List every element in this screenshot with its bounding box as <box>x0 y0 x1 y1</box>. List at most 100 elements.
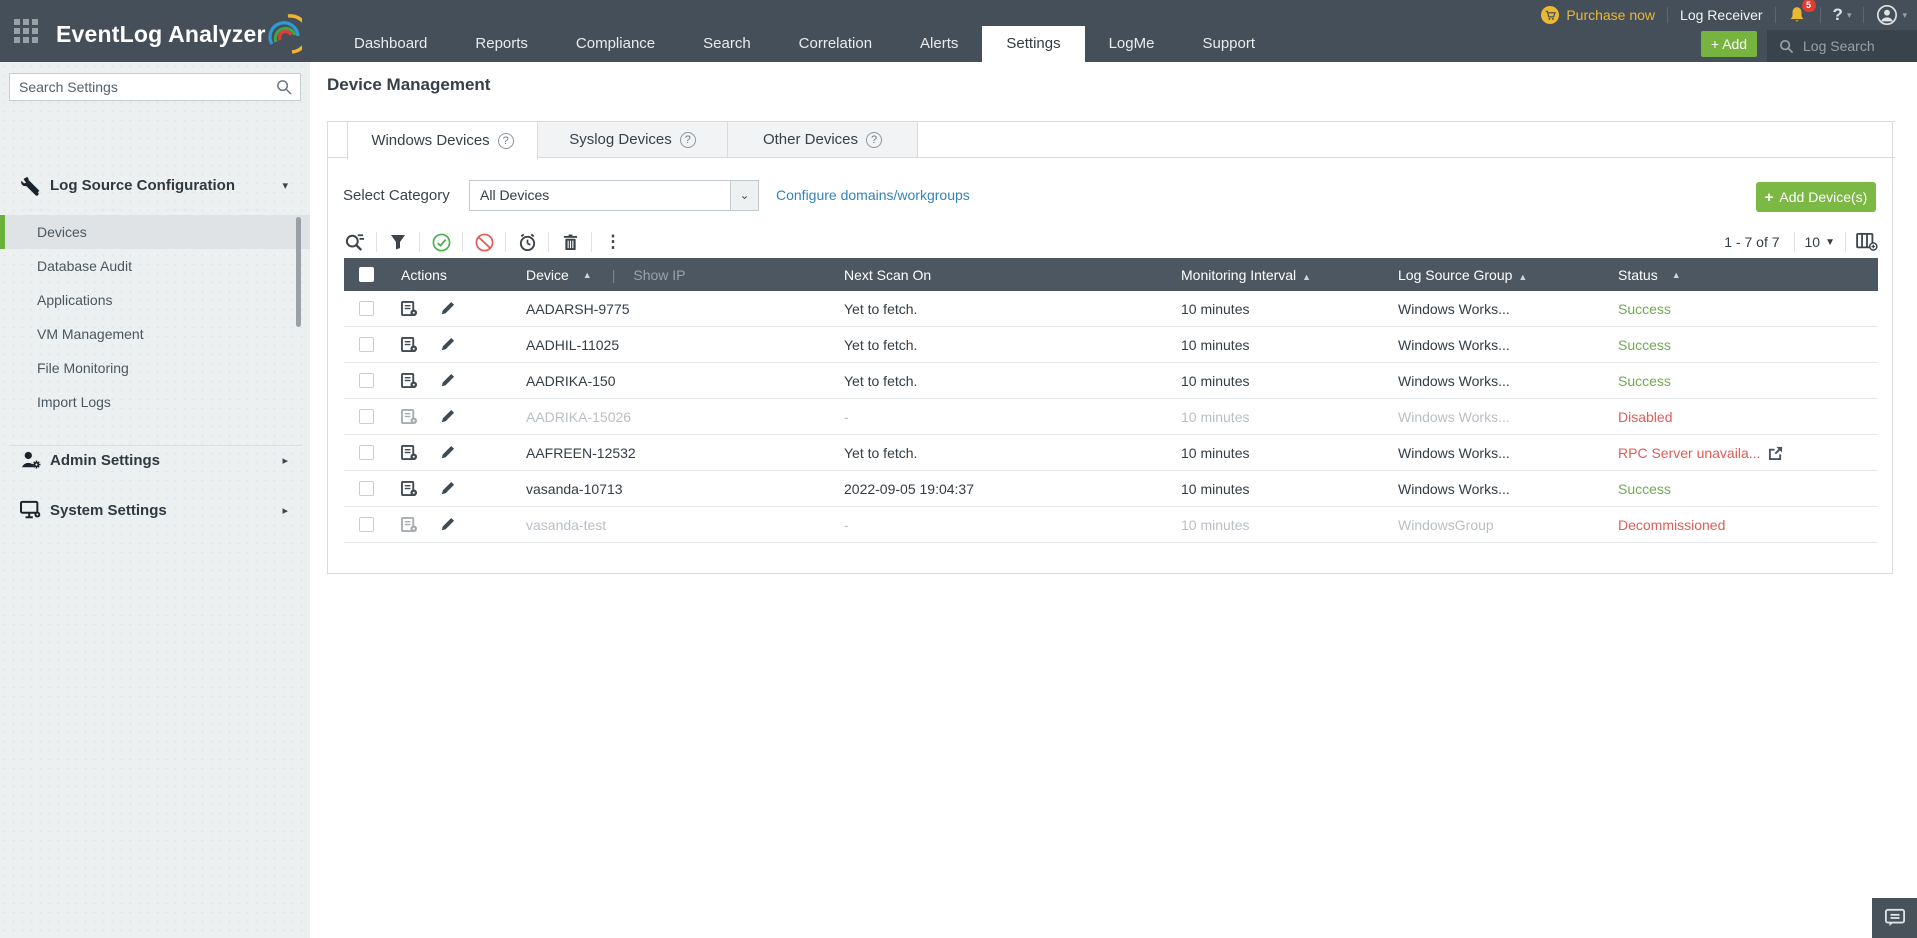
col-header-device[interactable]: Device <box>526 267 569 283</box>
nav-reports[interactable]: Reports <box>451 26 552 62</box>
sidebar-item-applications[interactable]: Applications <box>0 283 310 317</box>
col-header-status[interactable]: Status▲ <box>1601 267 1878 283</box>
next-scan-value: - <box>844 517 849 533</box>
help-icon[interactable]: ? <box>866 132 882 148</box>
divider <box>1863 7 1864 23</box>
sidebar-section-log-source-configuration[interactable]: Log Source Configuration ▾ <box>0 167 310 203</box>
edit-device-icon[interactable] <box>440 373 455 388</box>
log-source-group-value: Windows Works... <box>1398 445 1510 461</box>
help-icon[interactable]: ? <box>498 133 514 149</box>
search-devices-icon[interactable] <box>344 231 366 253</box>
nav-settings[interactable]: Settings <box>982 26 1084 62</box>
chevron-right-icon: ▸ <box>282 504 288 517</box>
cart-icon <box>1541 6 1559 24</box>
sidebar-section-system-settings[interactable]: System Settings ▸ <box>0 490 310 530</box>
plus-icon: + <box>1765 189 1774 206</box>
tab-other-devices[interactable]: Other Devices ? <box>727 122 918 157</box>
tab-syslog-devices[interactable]: Syslog Devices ? <box>537 122 728 157</box>
edit-device-icon[interactable] <box>440 481 455 496</box>
page-size-select[interactable]: 10 ▼ <box>1805 234 1835 250</box>
col-header-interval[interactable]: Monitoring Interval▲ <box>1163 267 1381 283</box>
disable-devices-icon[interactable] <box>473 231 495 253</box>
manage-device-icon[interactable] <box>401 337 418 353</box>
sidebar-scrollbar[interactable] <box>296 217 301 327</box>
sidebar-item-vm-management[interactable]: VM Management <box>0 317 310 351</box>
row-checkbox[interactable] <box>359 337 374 352</box>
nav-search[interactable]: Search <box>679 26 775 62</box>
log-search-button[interactable]: Log Search <box>1767 30 1917 62</box>
edit-device-icon[interactable] <box>440 409 455 424</box>
enable-devices-icon[interactable] <box>430 231 452 253</box>
purchase-now-button[interactable]: Purchase now <box>1541 6 1655 24</box>
settings-search-input[interactable] <box>10 74 300 100</box>
manage-device-icon[interactable] <box>401 373 418 389</box>
delete-icon[interactable] <box>559 231 581 253</box>
row-checkbox[interactable] <box>359 409 374 424</box>
column-chooser-icon[interactable] <box>1856 231 1878 253</box>
device-name[interactable]: vasanda-10713 <box>526 481 623 497</box>
user-account-menu[interactable]: ▾ <box>1876 4 1907 26</box>
manage-device-icon[interactable] <box>401 409 418 425</box>
device-name[interactable]: AAFREEN-12532 <box>526 445 636 461</box>
log-receiver-button[interactable]: Log Receiver <box>1680 7 1763 23</box>
nav-correlation[interactable]: Correlation <box>775 26 896 62</box>
row-checkbox[interactable] <box>359 517 374 532</box>
scan-schedule-icon[interactable] <box>516 231 538 253</box>
row-checkbox[interactable] <box>359 373 374 388</box>
apps-grid-icon[interactable] <box>14 19 40 43</box>
device-name[interactable]: AADRIKA-15026 <box>526 409 631 425</box>
edit-device-icon[interactable] <box>440 337 455 352</box>
next-scan-value: Yet to fetch. <box>844 301 917 317</box>
more-actions-icon[interactable]: ⋮ <box>602 231 624 253</box>
divider <box>462 232 463 252</box>
edit-device-icon[interactable] <box>440 445 455 460</box>
row-checkbox[interactable] <box>359 445 374 460</box>
sidebar-section-admin-settings[interactable]: Admin Settings ▸ <box>0 440 310 480</box>
sidebar-section-label: System Settings <box>50 502 167 519</box>
manage-device-icon[interactable] <box>401 481 418 497</box>
sidebar-item-database-audit[interactable]: Database Audit <box>0 249 310 283</box>
nav-compliance[interactable]: Compliance <box>552 26 679 62</box>
nav-support[interactable]: Support <box>1178 26 1279 62</box>
edit-device-icon[interactable] <box>440 301 455 316</box>
edit-device-icon[interactable] <box>440 517 455 532</box>
category-select[interactable]: All Devices ⌄ <box>469 180 759 211</box>
app-logo[interactable]: EventLog Analyzer <box>56 14 302 54</box>
tab-windows-devices[interactable]: Windows Devices ? <box>347 122 538 160</box>
feedback-chat-button[interactable] <box>1872 898 1917 938</box>
system-monitor-gear-icon <box>20 500 42 520</box>
search-icon <box>276 79 293 96</box>
manage-device-icon[interactable] <box>401 301 418 317</box>
col-header-group[interactable]: Log Source Group▲ <box>1381 267 1601 283</box>
notification-count-badge: 5 <box>1802 0 1816 12</box>
row-checkbox[interactable] <box>359 481 374 496</box>
manage-device-icon[interactable] <box>401 517 418 533</box>
sort-asc-icon: ▲ <box>1302 272 1311 282</box>
add-devices-button[interactable]: + Add Device(s) <box>1756 182 1876 212</box>
configure-domains-link[interactable]: Configure domains/workgroups <box>776 187 970 203</box>
external-link-icon[interactable] <box>1768 446 1783 460</box>
help-menu[interactable]: ? ▾ <box>1833 5 1852 25</box>
manage-device-icon[interactable] <box>401 445 418 461</box>
nav-dashboard[interactable]: Dashboard <box>330 26 451 62</box>
status-badge: Disabled <box>1618 409 1672 425</box>
device-name[interactable]: AADRIKA-150 <box>526 373 615 389</box>
nav-alerts[interactable]: Alerts <box>896 26 982 62</box>
show-ip-toggle[interactable]: Show IP <box>633 267 685 283</box>
filter-icon[interactable] <box>387 231 409 253</box>
help-icon[interactable]: ? <box>680 132 696 148</box>
device-name[interactable]: AADHIL-11025 <box>526 337 619 353</box>
notifications-bell-icon[interactable]: 5 <box>1788 5 1808 25</box>
device-name[interactable]: AADARSH-9775 <box>526 301 630 317</box>
nav-logme[interactable]: LogMe <box>1085 26 1179 62</box>
sidebar-item-devices[interactable]: Devices <box>0 215 310 249</box>
select-all-checkbox[interactable] <box>359 267 374 282</box>
quick-add-button[interactable]: + Add <box>1701 31 1757 57</box>
header-utilities: Purchase now Log Receiver 5 ? ▾ ▾ <box>1541 2 1907 28</box>
device-name[interactable]: vasanda-test <box>526 517 606 533</box>
plus-icon: + <box>1711 36 1719 52</box>
sidebar-item-file-monitoring[interactable]: File Monitoring <box>0 351 310 385</box>
col-header-next-scan[interactable]: Next Scan On <box>828 267 1163 283</box>
row-checkbox[interactable] <box>359 301 374 316</box>
sidebar-item-import-logs[interactable]: Import Logs <box>0 385 310 419</box>
